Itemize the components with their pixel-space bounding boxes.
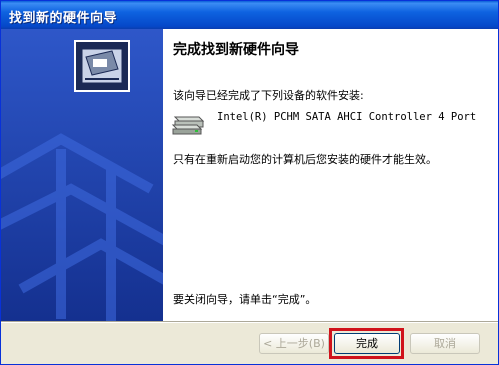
back-button[interactable]: < 上一步(B)	[259, 333, 329, 354]
window-title: 找到新的硬件向导	[9, 11, 118, 26]
wizard-sidebar	[1, 29, 163, 321]
device-icon	[171, 113, 205, 139]
sidebar-graphic	[1, 29, 163, 321]
wizard-window: 找到新的硬件向导 完成找到新硬件向导 该向导已经完成了下列设备的软件安装: In…	[0, 0, 499, 365]
cancel-button[interactable]: 取消	[410, 333, 480, 354]
page-title: 完成找到新硬件向导	[173, 42, 299, 58]
title-bar[interactable]: 找到新的硬件向导	[1, 1, 498, 29]
hardware-wizard-icon	[74, 40, 130, 92]
device-name: Intel(R) PCHM SATA AHCI Controller 4 Por…	[217, 111, 477, 123]
button-separator	[1, 321, 498, 323]
install-complete-text: 该向导已经完成了下列设备的软件安装:	[173, 89, 364, 102]
close-hint: 要关闭向导，请单击“完成”。	[173, 293, 317, 306]
wizard-content: 完成找到新硬件向导 该向导已经完成了下列设备的软件安装: Intel(R) PC…	[163, 29, 498, 321]
finish-highlight-box	[329, 328, 404, 359]
restart-note: 只有在重新启动您的计算机后您安装的硬件才能生效。	[173, 153, 437, 166]
